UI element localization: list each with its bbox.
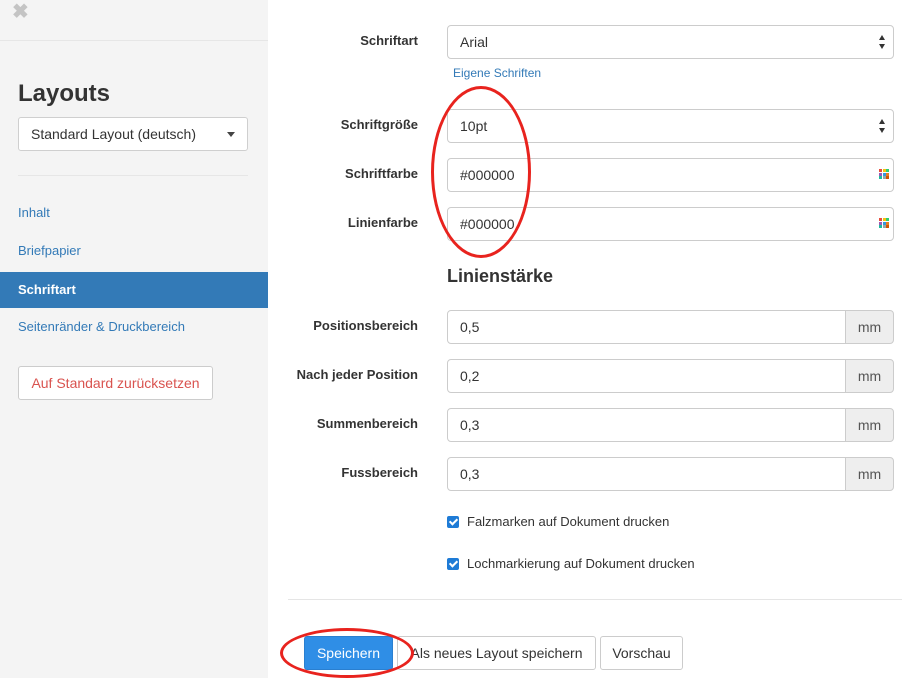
- font-size-value: 10pt: [460, 118, 488, 134]
- layout-select-value: Standard Layout (deutsch): [31, 126, 196, 142]
- sidebar: ✖ Layouts Standard Layout (deutsch) Inha…: [0, 0, 268, 678]
- unit-addon: mm: [845, 359, 894, 393]
- sidebar-item-briefpapier[interactable]: Briefpapier: [0, 233, 268, 269]
- custom-fonts-link[interactable]: Eigene Schriften: [453, 66, 541, 80]
- save-as-new-layout-button[interactable]: Als neues Layout speichern: [397, 636, 596, 670]
- color-palette-icon[interactable]: [879, 169, 889, 179]
- font-select[interactable]: Arial: [447, 25, 894, 59]
- unit-addon: mm: [845, 310, 894, 344]
- actions-divider: [288, 599, 902, 600]
- punch-marks-checkbox[interactable]: [447, 558, 459, 570]
- reset-to-default-button[interactable]: Auf Standard zurücksetzen: [18, 366, 213, 400]
- select-arrows-icon: [879, 35, 887, 49]
- close-icon[interactable]: ✖: [12, 2, 29, 22]
- chevron-down-icon: [227, 132, 235, 137]
- font-label: Schriftart: [360, 33, 418, 48]
- fold-marks-checkbox[interactable]: [447, 516, 459, 528]
- after-each-position-group: 0,2 mm: [447, 359, 894, 393]
- line-color-value: #000000: [460, 216, 515, 232]
- font-color-value: #000000: [460, 167, 515, 183]
- after-each-position-input[interactable]: 0,2: [447, 359, 846, 393]
- font-color-label: Schriftfarbe: [345, 166, 418, 181]
- position-area-input[interactable]: 0,5: [447, 310, 846, 344]
- layout-select[interactable]: Standard Layout (deutsch): [18, 117, 248, 151]
- preview-button[interactable]: Vorschau: [600, 636, 683, 670]
- sidebar-item-inhalt[interactable]: Inhalt: [0, 195, 268, 231]
- font-select-value: Arial: [460, 34, 489, 50]
- font-color-input[interactable]: #000000: [447, 158, 894, 192]
- totals-area-group: 0,3 mm: [447, 408, 894, 442]
- font-size-select[interactable]: 10pt: [447, 109, 894, 143]
- punch-marks-checkbox-row: Lochmarkierung auf Dokument drucken: [447, 556, 695, 571]
- line-color-input[interactable]: #000000: [447, 207, 894, 241]
- select-arrows-icon: [879, 119, 887, 133]
- sidebar-item-schriftart[interactable]: Schriftart: [0, 272, 268, 308]
- fold-marks-checkbox-row: Falzmarken auf Dokument drucken: [447, 514, 669, 529]
- position-area-label: Positionsbereich: [313, 318, 418, 333]
- line-width-heading: Linienstärke: [447, 266, 554, 286]
- unit-addon: mm: [845, 408, 894, 442]
- footer-area-input[interactable]: 0,3: [447, 457, 846, 491]
- fold-marks-label: Falzmarken auf Dokument drucken: [467, 514, 670, 529]
- color-palette-icon[interactable]: [879, 218, 889, 228]
- unit-addon: mm: [845, 457, 894, 491]
- footer-area-label: Fussbereich: [341, 465, 418, 480]
- position-area-group: 0,5 mm: [447, 310, 894, 344]
- sidebar-item-seitenraender[interactable]: Seitenränder & Druckbereich: [0, 309, 268, 345]
- totals-area-input[interactable]: 0,3: [447, 408, 846, 442]
- font-size-label: Schriftgröße: [340, 117, 418, 132]
- footer-area-group: 0,3 mm: [447, 457, 894, 491]
- sidebar-divider: [0, 40, 268, 41]
- totals-area-label: Summenbereich: [316, 416, 418, 431]
- punch-marks-label: Lochmarkierung auf Dokument drucken: [467, 556, 695, 571]
- sidebar-title: Layouts: [18, 80, 111, 107]
- line-color-label: Linienfarbe: [347, 215, 418, 230]
- after-each-position-label: Nach jeder Position: [296, 367, 418, 382]
- sidebar-divider: [18, 175, 248, 176]
- save-button[interactable]: Speichern: [304, 636, 393, 670]
